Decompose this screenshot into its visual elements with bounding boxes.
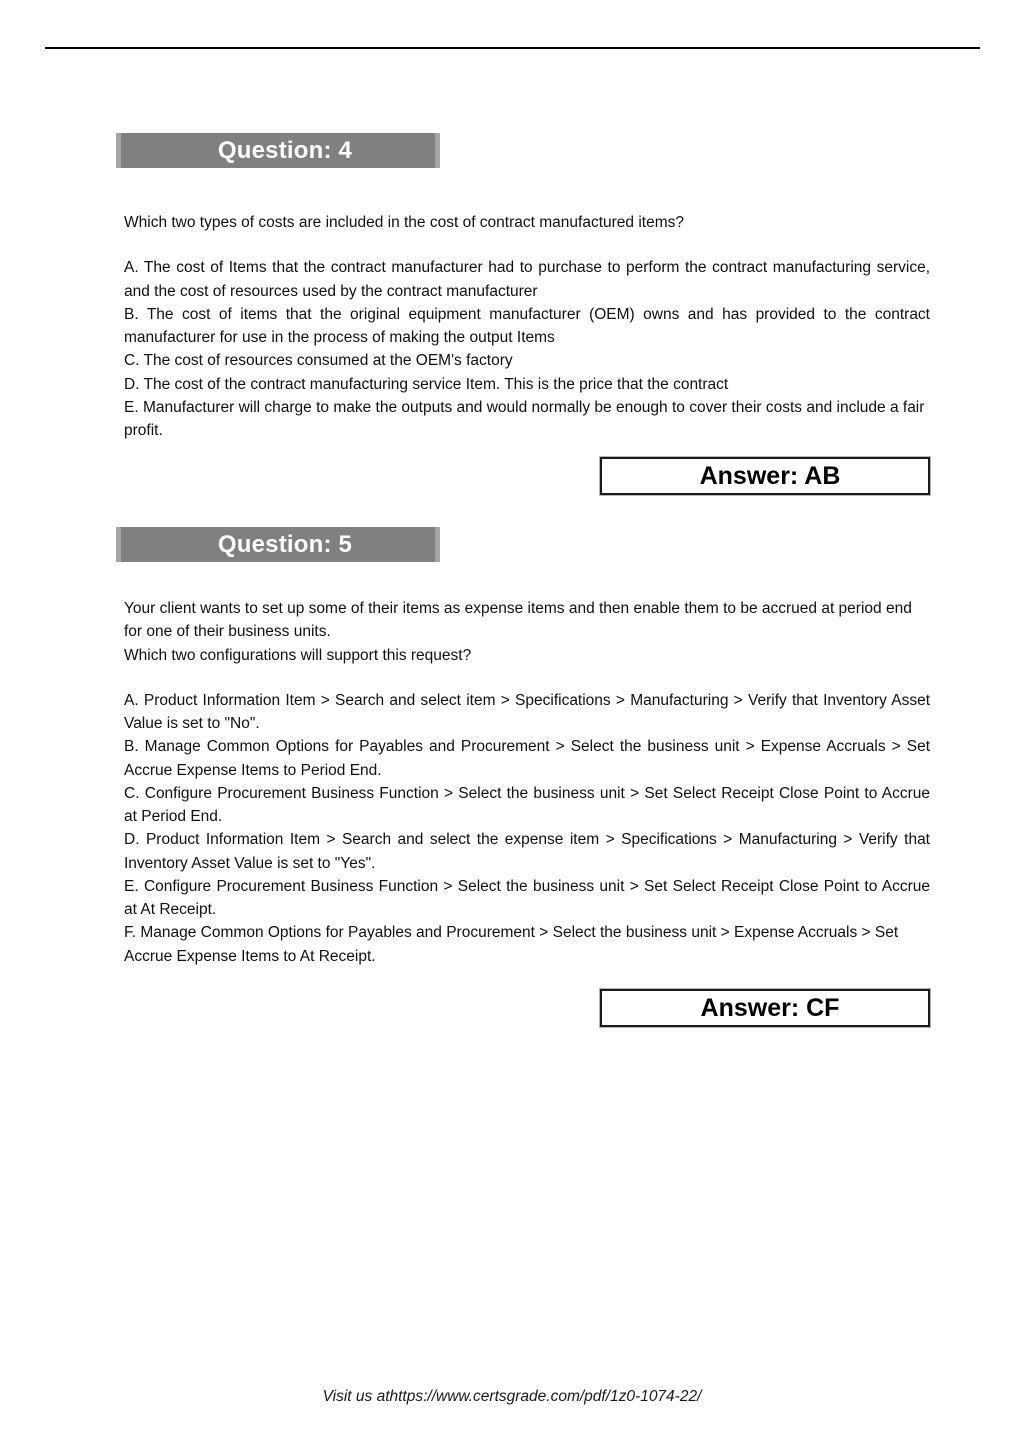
option-item: D. Product Information Item > Search and… — [124, 831, 930, 872]
answer-row: Answer: AB — [124, 456, 931, 496]
answer-label-4: Answer: AB — [699, 461, 841, 490]
option-item: A. Product Information Item > Search and… — [124, 691, 930, 732]
question-header-bar-4: Question: 4 — [116, 133, 440, 168]
option-item: E. Manufacturer will charge to make the … — [124, 398, 925, 439]
question-header-label-5: Question: 5 — [217, 530, 353, 558]
option-item: A. The cost of Items that the contract m… — [124, 259, 930, 300]
option-item: B. Manage Common Options for Payables an… — [124, 738, 930, 779]
option-item: C. Configure Procurement Business Functi… — [124, 784, 930, 825]
document-page: Question: 4 Which two types of costs are… — [0, 0, 1024, 1448]
option-item: C. The cost of resources consumed at the… — [124, 352, 513, 370]
page-footer: Visit us athttps://www.certsgrade.com/pd… — [0, 1388, 1024, 1406]
question-block-5: Question: 5 Your client wants to set up … — [116, 527, 930, 968]
answer-box-5: Answer: CF — [599, 988, 931, 1028]
page-header-rule — [45, 47, 980, 49]
answer-block-4: Answer: AB — [124, 456, 931, 496]
question-stem-5: Your client wants to set up some of thei… — [124, 600, 912, 664]
footer-link-text[interactable]: Visit us athttps://www.certsgrade.com/pd… — [323, 1388, 702, 1405]
option-item: D. The cost of the contract manufacturin… — [124, 375, 729, 393]
answer-label-5: Answer: CF — [700, 993, 840, 1022]
question-header-bar-5: Question: 5 — [116, 527, 440, 562]
answer-box-4: Answer: AB — [599, 456, 931, 496]
answer-block-5: Answer: CF — [124, 988, 931, 1028]
question-stem-4: Which two types of costs are included in… — [124, 214, 684, 231]
answer-row: Answer: CF — [124, 988, 931, 1028]
option-item: E. Configure Procurement Business Functi… — [124, 877, 930, 918]
option-item: F. Manage Common Options for Payables an… — [124, 924, 899, 965]
question-options-4: A. The cost of Items that the contract m… — [124, 256, 930, 442]
question-header-label-4: Question: 4 — [217, 136, 353, 164]
option-item: B. The cost of items that the original e… — [124, 305, 930, 346]
question-block-4: Question: 4 Which two types of costs are… — [116, 133, 930, 442]
question-options-5: A. Product Information Item > Search and… — [124, 689, 930, 968]
